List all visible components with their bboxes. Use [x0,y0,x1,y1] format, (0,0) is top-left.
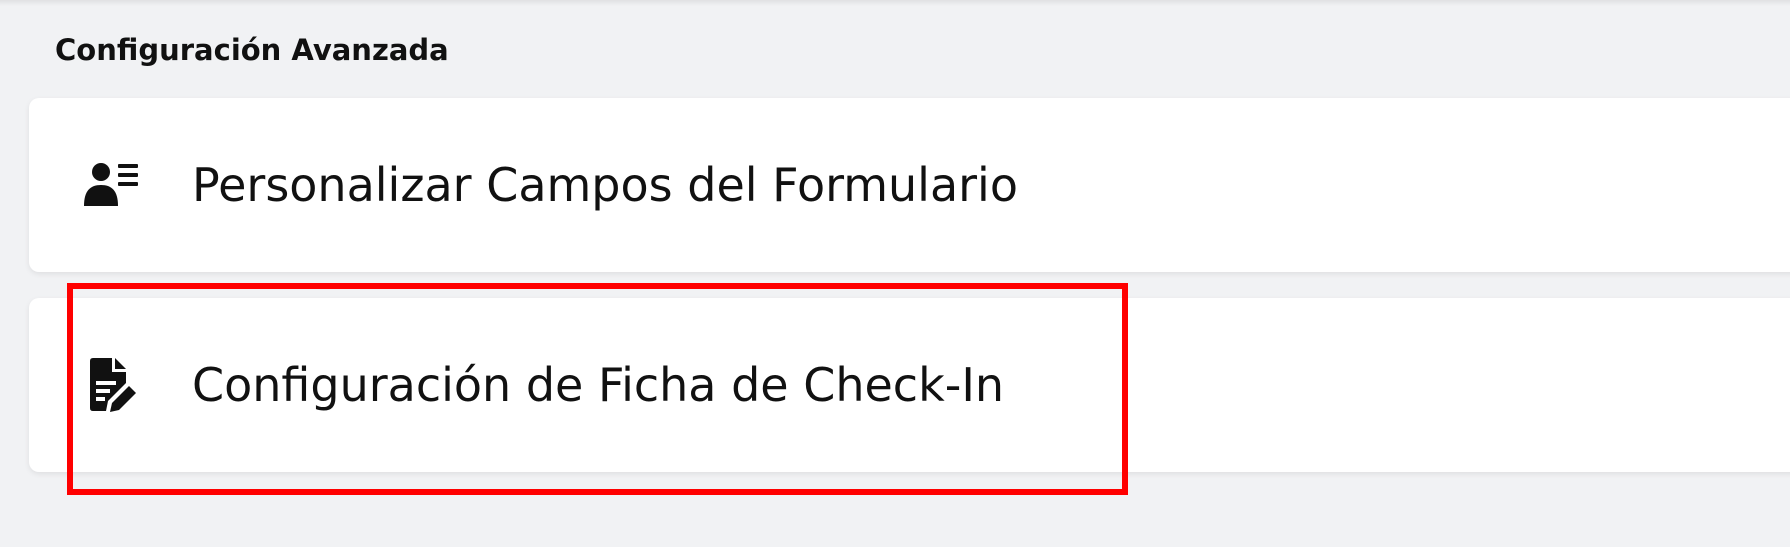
section-title: Configuración Avanzada [55,33,449,67]
item-label-checkin: Configuración de Ficha de Check-In [192,358,1005,412]
checkin-form-config-item[interactable]: Configuración de Ficha de Check-In [29,298,1790,472]
user-list-icon [84,156,142,214]
file-edit-icon [84,356,142,414]
item-label-personalize: Personalizar Campos del Formulario [192,158,1018,212]
top-bar-shadow [0,0,1790,6]
personalize-form-fields-item[interactable]: Personalizar Campos del Formulario [29,98,1790,272]
